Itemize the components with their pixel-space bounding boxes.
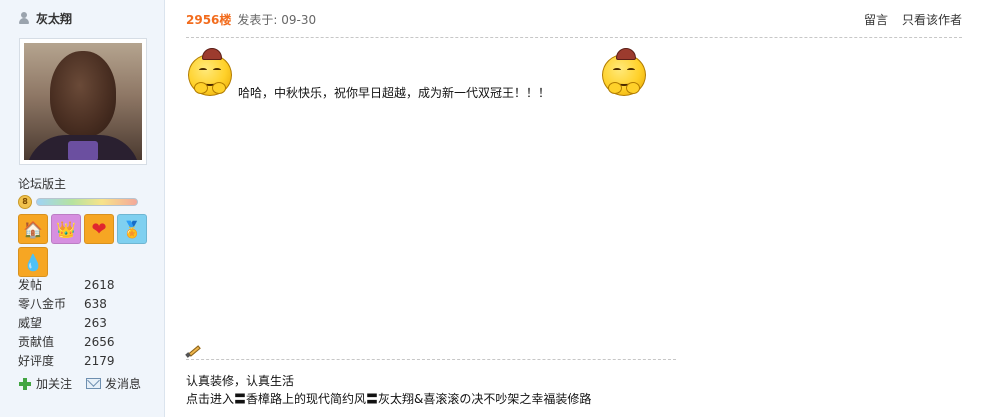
user-actions: 加关注 发消息 <box>18 375 155 392</box>
house-icon[interactable]: 🏠 <box>18 214 48 244</box>
pencil-icon <box>185 344 202 358</box>
post-header: 2956楼 发表于: 09-30 留言 只看该作者 <box>186 11 962 28</box>
level-progress-bar <box>36 198 138 206</box>
floor-number: 2956楼 <box>186 13 232 27</box>
message-label: 发消息 <box>105 377 142 391</box>
stat-row: 好评度 2179 <box>18 351 115 370</box>
stat-label: 威望 <box>18 316 43 330</box>
avatar-frame[interactable] <box>19 38 147 165</box>
stat-label: 发帖 <box>18 278 43 292</box>
stat-row: 威望 263 <box>18 313 115 332</box>
stat-value: 2179 <box>84 353 115 368</box>
stat-value: 638 <box>84 296 107 311</box>
header-divider <box>186 37 962 38</box>
crown-icon[interactable]: 👑 <box>51 214 81 244</box>
stat-value: 263 <box>84 315 107 330</box>
user-header: 灰太翔 <box>18 10 72 26</box>
post-body: 哈哈，中秋快乐，祝你早日超越，成为新一代双冠王！！！ <box>186 48 962 108</box>
user-stats: 发帖 2618 零八金币 638 威望 263 贡献值 2656 好评度 217… <box>18 275 115 370</box>
mail-icon <box>86 378 102 389</box>
follow-label: 加关注 <box>36 377 73 391</box>
post-text: 哈哈，中秋快乐，祝你早日超越，成为新一代双冠王！！！ <box>238 86 551 100</box>
user-role: 论坛版主 <box>18 177 67 191</box>
plus-icon <box>18 377 32 391</box>
level-badge-icon: 8 <box>18 195 32 209</box>
user-sidebar: 灰太翔 论坛版主 8 🏠 👑 ❤ 🏅 💧 发帖 2618 零八金币 638 威望… <box>0 0 165 417</box>
reply-link[interactable]: 留言 <box>864 11 888 28</box>
droplet-icon[interactable]: 💧 <box>18 247 48 277</box>
medal-list: 🏠 👑 ❤ 🏅 💧 <box>18 214 158 277</box>
stat-row: 零八金币 638 <box>18 294 115 313</box>
level-row: 8 <box>18 195 138 209</box>
author-only-link[interactable]: 只看该作者 <box>902 11 962 28</box>
stat-value: 2618 <box>84 277 115 292</box>
stat-row: 贡献值 2656 <box>18 332 115 351</box>
username[interactable]: 灰太翔 <box>36 10 72 27</box>
follow-button[interactable]: 加关注 <box>18 375 72 392</box>
medal-icon[interactable]: 🏅 <box>117 214 147 244</box>
post-header-links: 留言 只看该作者 <box>850 11 962 28</box>
user-icon <box>18 12 30 24</box>
signature-line-1: 认真装修，认真生活 <box>186 374 295 388</box>
stat-label: 零八金币 <box>18 297 67 311</box>
stat-label: 贡献值 <box>18 335 55 349</box>
smiley-emoticon-icon <box>600 48 650 98</box>
message-button[interactable]: 发消息 <box>86 375 141 392</box>
stat-row: 发帖 2618 <box>18 275 115 294</box>
smiley-emoticon-icon <box>186 48 236 98</box>
signature-link[interactable]: 点击进入〓香樟路上的现代简约风〓灰太翔&喜滚滚の决不吵架之幸福装修路 <box>186 390 591 407</box>
stat-label: 好评度 <box>18 354 55 368</box>
signature-divider <box>186 359 676 360</box>
heart-icon[interactable]: ❤ <box>84 214 114 244</box>
avatar[interactable] <box>24 43 142 160</box>
stat-value: 2656 <box>84 334 115 349</box>
post-timestamp: 发表于: 09-30 <box>237 13 317 27</box>
